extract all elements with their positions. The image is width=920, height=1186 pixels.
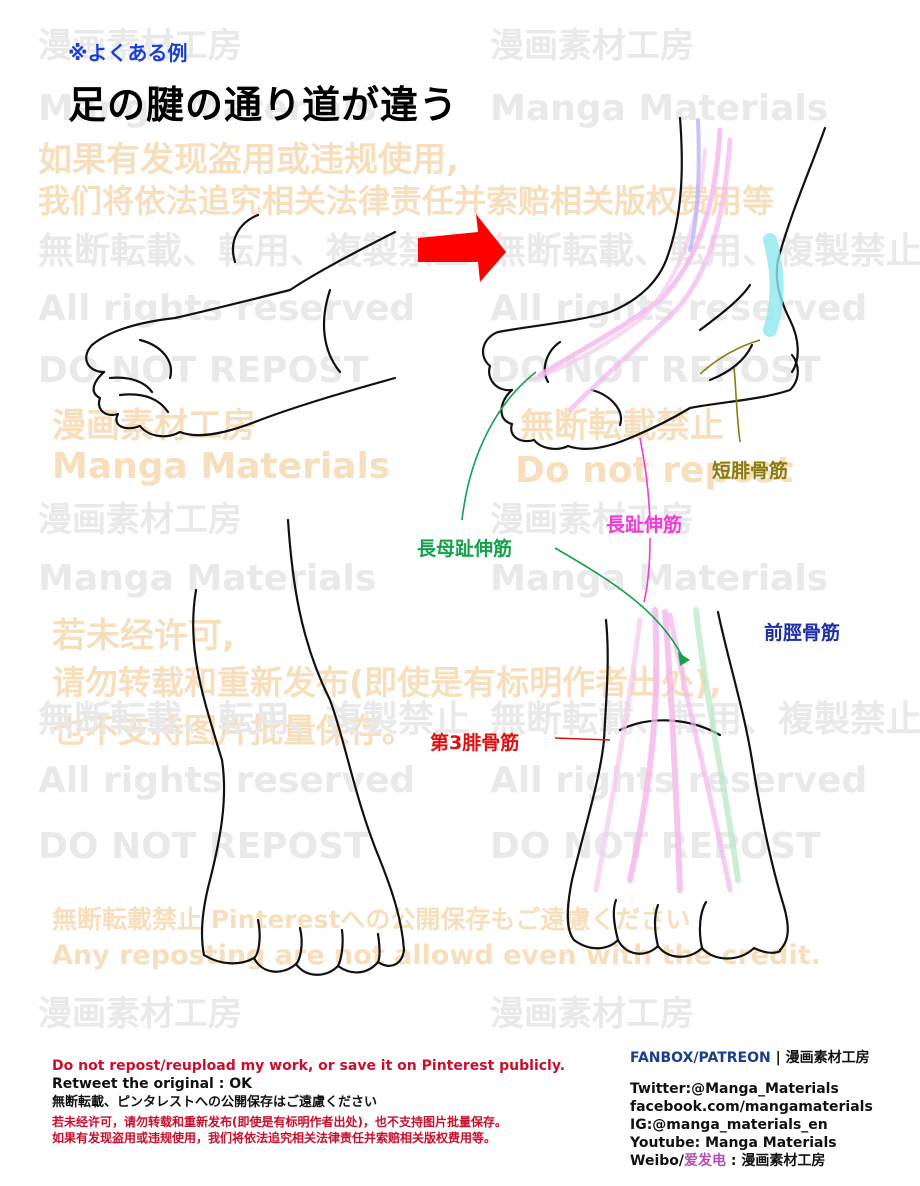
aifadian-link[interactable]: 爱发电 (684, 1153, 726, 1169)
footer-cn-notice-1: 若未经许可，请勿转载和重新发布(即使是有标明作者出处)，也不支持图片批量保存。 (52, 1115, 507, 1129)
instagram-link[interactable]: IG:@manga_materials_en (630, 1117, 828, 1134)
footer-retweet-ok: Retweet the original : OK (52, 1076, 252, 1092)
fanbox-studio-name: 漫画素材工房 (785, 1050, 870, 1066)
page-title: 足の腱の通り道が違う (68, 82, 459, 127)
footer-jp-notice: 無断転載、ピンタレストへの公開保存はご遠慮ください (52, 1095, 378, 1110)
weibo-studio-name: : 漫画素材工房 (730, 1153, 826, 1169)
label-ta: 前脛骨筋 (764, 622, 841, 644)
fanbox-separator: | (775, 1050, 781, 1066)
label-pb: 短腓骨筋 (712, 460, 789, 482)
fanbox-line: FANBOX/PATREON | 漫画素材工房 (630, 1050, 870, 1067)
foot-illustration (85, 116, 827, 976)
twitter-link[interactable]: Twitter:@Manga_Materials (630, 1081, 839, 1098)
weibo-label[interactable]: Weibo/ (630, 1153, 684, 1169)
facebook-link[interactable]: facebook.com/mangamaterials (630, 1099, 873, 1116)
page-subtitle: ※よくある例 (68, 41, 188, 65)
footer-repost-notice: Do not repost/reupload my work, or save … (52, 1058, 566, 1074)
footer-cn-notice-2: 如果有发现盗用或违规使用，我们将依法追究相关法律责任并索赔相关版权费用等。 (52, 1131, 497, 1145)
label-edl: 長趾伸筋 (606, 514, 683, 536)
fanbox-patreon-link[interactable]: FANBOX/PATREON (630, 1050, 771, 1066)
footer: Do not repost/reupload my work, or save … (0, 1040, 920, 1186)
label-pt: 第3腓骨筋 (430, 732, 520, 754)
youtube-link[interactable]: Youtube: Manga Materials (630, 1135, 837, 1152)
transition-arrow (418, 214, 506, 282)
label-ehl: 長母趾伸筋 (417, 538, 513, 560)
foot-front-left (192, 518, 406, 976)
weibo-line: Weibo/爱发电 : 漫画素材工房 (630, 1153, 825, 1170)
foot-side-left (85, 213, 397, 438)
tendon-overlay (528, 118, 784, 893)
